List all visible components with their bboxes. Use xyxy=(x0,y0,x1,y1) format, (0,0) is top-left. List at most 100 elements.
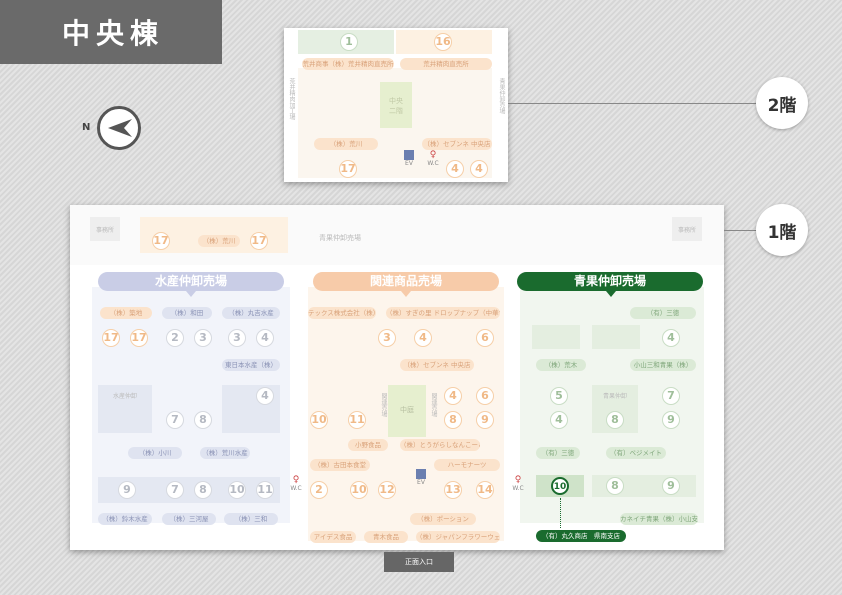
stall-number[interactable]: 7 xyxy=(166,411,184,429)
shop-label[interactable]: カネイチ青果（株）小山支社 xyxy=(620,513,698,525)
stall-number[interactable]: 8 xyxy=(606,477,624,495)
shop-label[interactable]: （株）セブンネ 中央店 xyxy=(422,138,492,150)
shop-label[interactable]: （株）古田本食堂 xyxy=(310,459,370,471)
shop-label[interactable]: 小野食品 xyxy=(348,439,388,451)
shop-label[interactable]: （株）とうがらしなんこーど xyxy=(400,439,480,451)
shop-label[interactable]: （有）三徳 xyxy=(630,307,696,319)
stall-number[interactable]: 7 xyxy=(662,387,680,405)
stall-number[interactable]: 4 xyxy=(446,160,464,178)
stall-number[interactable]: 4 xyxy=(444,387,462,405)
highlighted-shop-label[interactable]: （有）丸久商店 県南支店 xyxy=(536,530,626,542)
stall-number[interactable]: 16 xyxy=(434,33,452,51)
active-leader xyxy=(560,498,561,528)
stall-number[interactable]: 6 xyxy=(476,329,494,347)
stall-number[interactable]: 4 xyxy=(470,160,488,178)
shop-label[interactable]: （株）三和 xyxy=(224,513,278,525)
stall-block xyxy=(532,325,580,349)
stall-number[interactable]: 10 xyxy=(350,481,368,499)
shop-label[interactable]: （株）ジャパンフラワーウェイ xyxy=(416,531,500,543)
shop-label[interactable]: （有）ベジメイト xyxy=(606,447,666,459)
stall-number[interactable]: 6 xyxy=(476,387,494,405)
shop-label[interactable]: （株）荒川水産 xyxy=(200,447,250,459)
stall-number[interactable]: 9 xyxy=(662,411,680,429)
stall-number[interactable]: 4 xyxy=(414,329,432,347)
floor1-map[interactable]: 事務所 事務所 17 （株）荒川 17 青果仲卸売場 水産仲卸売場 関連商品売場… xyxy=(70,205,724,550)
stall-number[interactable]: 2 xyxy=(310,481,328,499)
shop-label[interactable]: テックス株式会社（株） xyxy=(308,307,376,319)
stall-number[interactable]: 17 xyxy=(130,329,148,347)
shop-label[interactable]: （株）築地 xyxy=(100,307,152,319)
stall-number[interactable]: 3 xyxy=(228,329,246,347)
stall-number[interactable]: 3 xyxy=(378,329,396,347)
north-label: N xyxy=(82,122,91,133)
shop-label[interactable]: （有）三徳 xyxy=(536,447,580,459)
stall-block xyxy=(592,325,640,349)
shop-label[interactable]: （株）ポーション xyxy=(410,513,476,525)
shop-label[interactable]: （株）荒木 xyxy=(536,359,586,371)
floor2-label[interactable]: 2階 xyxy=(756,77,808,129)
office-box: 事務所 xyxy=(90,217,120,241)
floor2-leader xyxy=(508,103,758,104)
section-header-related: 関連商品売場 xyxy=(313,272,499,291)
stall-number[interactable]: 14 xyxy=(476,481,494,499)
shop-label[interactable]: 東日本水産（株） xyxy=(222,359,280,371)
shop-label[interactable]: （株）三河屋 xyxy=(162,513,216,525)
shop-label[interactable]: アイデス食品 xyxy=(310,531,356,543)
stall-number[interactable]: 4 xyxy=(550,411,568,429)
shop-label[interactable]: ハーモナーツ xyxy=(434,459,500,471)
shop-label[interactable]: （株）荒川 xyxy=(314,138,378,150)
stall-number[interactable]: 9 xyxy=(476,411,494,429)
top-area-label: 青果仲卸売場 xyxy=(319,234,361,242)
shop-label[interactable]: 荒井商事（株）荒井精肉直売所 xyxy=(302,58,394,70)
stall-block: 水産仲卸 xyxy=(98,385,152,433)
shop-label[interactable]: （株）鈴木水産 xyxy=(98,513,152,525)
restroom-icon: ♀ W.C xyxy=(290,475,302,492)
shop-label[interactable]: （株）すぎの里 ドロップナップ（中華食品） xyxy=(386,307,500,319)
section-header-seafood: 水産仲卸売場 xyxy=(98,272,284,291)
office-box: 事務所 xyxy=(672,217,702,241)
header-pointer xyxy=(186,291,196,297)
stall-number[interactable]: 3 xyxy=(194,329,212,347)
stall-number[interactable]: 7 xyxy=(166,481,184,499)
shop-label[interactable]: 小山三和青果（株） xyxy=(630,359,696,371)
stall-number[interactable]: 17 xyxy=(102,329,120,347)
stall-number[interactable]: 9 xyxy=(118,481,136,499)
stall-number[interactable]: 1 xyxy=(340,33,358,51)
floor2-map[interactable]: 1 16 荒井商事（株）荒井精肉直売所 荒井精肉直売所 荒井精肉加工場 青果仲卸… xyxy=(284,28,508,182)
stall-number[interactable]: 2 xyxy=(166,329,184,347)
floor1-label[interactable]: 1階 xyxy=(756,204,808,256)
stall-number-active[interactable]: 10 xyxy=(551,477,569,495)
stall-number[interactable]: 10 xyxy=(228,481,246,499)
stall-number[interactable]: 11 xyxy=(256,481,274,499)
stall-number[interactable]: 17 xyxy=(339,160,357,178)
restroom-icon: ♀ W.C xyxy=(427,150,439,167)
stall-number[interactable]: 4 xyxy=(662,329,680,347)
stall-number[interactable]: 8 xyxy=(194,411,212,429)
stall-number[interactable]: 5 xyxy=(550,387,568,405)
center-atrium: 中庭 xyxy=(388,385,426,437)
stall-number[interactable]: 11 xyxy=(348,411,366,429)
stall-number[interactable]: 17 xyxy=(152,232,170,250)
stall-number[interactable]: 10 xyxy=(310,411,328,429)
elevator-icon: EV xyxy=(414,469,428,486)
stall-number[interactable]: 17 xyxy=(250,232,268,250)
stall-number[interactable]: 13 xyxy=(444,481,462,499)
stall-number[interactable]: 8 xyxy=(444,411,462,429)
stall-number[interactable]: 9 xyxy=(662,477,680,495)
stall-number[interactable]: 4 xyxy=(256,329,274,347)
shop-label[interactable]: （株）和田 xyxy=(162,307,212,319)
shop-label[interactable]: （株）荒川 xyxy=(198,235,240,247)
stall-number[interactable]: 8 xyxy=(194,481,212,499)
shop-label[interactable]: （株）セブンネ 中央店 xyxy=(400,359,474,371)
shop-label[interactable]: 荒井精肉直売所 xyxy=(400,58,492,70)
stall-number[interactable]: 4 xyxy=(256,387,274,405)
stall-number[interactable]: 12 xyxy=(378,481,396,499)
shop-label[interactable]: （株）小川 xyxy=(128,447,182,459)
shop-label[interactable]: 青木食品 xyxy=(364,531,408,543)
side-label: 関連売場 xyxy=(430,393,437,417)
shop-label[interactable]: （株）丸吉水産 xyxy=(222,307,280,319)
side-label: 青果仲卸売場 xyxy=(498,78,505,114)
floor1-leader xyxy=(724,230,758,231)
stall-number[interactable]: 8 xyxy=(606,411,624,429)
section-header-produce: 青果仲卸売場 xyxy=(517,272,703,291)
